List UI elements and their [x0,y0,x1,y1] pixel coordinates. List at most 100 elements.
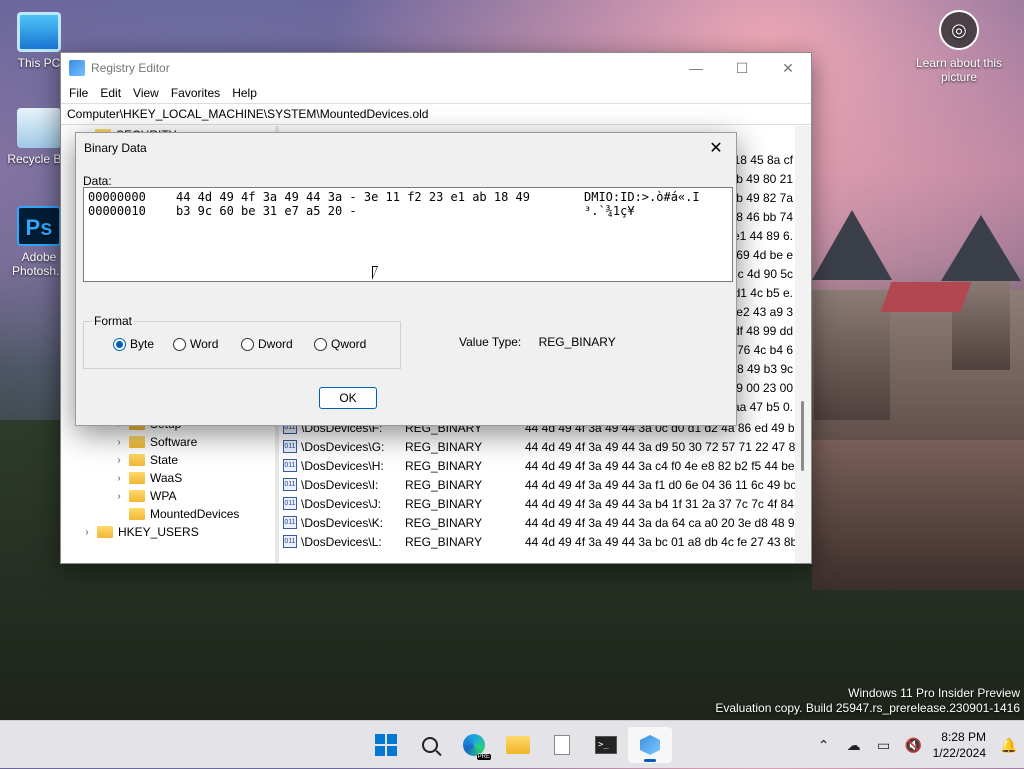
file-explorer-button[interactable] [496,727,540,763]
title-bar[interactable]: Registry Editor — ☐ ✕ [61,53,811,83]
value-data: 44 4d 49 4f 3a 49 44 3a b4 1f 31 2a 37 7… [525,496,795,511]
window-title: Registry Editor [91,61,170,75]
terminal-button[interactable]: >_ [584,727,628,763]
folder-icon [129,508,145,520]
taskbar-apps: PRE >_ [364,727,672,763]
radio-selected-icon [113,337,126,351]
binary-value-icon: 011 [283,535,297,548]
binary-data-dialog: Binary Data ✕ Data: 00000000 44 4d 49 4f… [75,132,737,426]
notepad-icon [554,735,570,755]
value-row-i[interactable]: 011 \DosDevices\I: REG_BINARY 44 4d 49 4… [283,475,795,494]
clock[interactable]: 8:28 PM 1/22/2024 [929,729,994,761]
photoshop-icon: Ps [17,206,61,246]
tree-item-software[interactable]: › Software [113,433,197,451]
value-data-fragment: e1 44 89 6. [732,229,793,243]
binary-value-icon: 011 [283,516,297,529]
start-button[interactable] [364,727,408,763]
menu-file[interactable]: File [63,86,94,100]
ok-button[interactable]: OK [319,387,377,409]
format-qword-radio[interactable]: Qword [314,337,366,351]
notepad-button[interactable] [540,727,584,763]
tree-item-label: WPA [150,489,177,503]
close-button[interactable]: ✕ [765,53,811,83]
edge-button[interactable]: PRE [452,727,496,763]
tree-item-hkey-users[interactable]: › HKEY_USERS [81,523,198,541]
hex-ascii: DMIO:ID:>.ò#á«.I [584,190,700,204]
castle-red-roof [880,282,972,312]
chevron-right-icon[interactable]: › [113,491,125,502]
menu-favorites[interactable]: Favorites [165,86,226,100]
tree-item-label: State [150,453,179,467]
value-data: 44 4d 49 4f 3a 49 44 3a da 64 ca a0 20 3… [525,515,795,530]
desktop-icon-label: This PC [17,56,61,70]
clock-date: 1/22/2024 [932,746,986,760]
learn-about-label: Learn about this picture [915,56,1003,84]
dialog-title-bar[interactable]: Binary Data ✕ [76,133,736,163]
volume-muted-icon[interactable]: 🔇 [899,737,929,754]
menu-help[interactable]: Help [226,86,263,100]
castle-lower-wall [812,440,1024,590]
watermark-line-2: Evaluation copy. Build 25947.rs_prerelea… [715,701,1020,715]
value-data-fragment: e2 43 a9 3 [736,305,793,319]
dialog-close-button[interactable]: ✕ [696,138,736,158]
binary-value-icon: 011 [283,459,297,472]
binary-value-icon: 011 [283,478,297,491]
format-dword-radio[interactable]: Dword [241,337,293,351]
value-row-h[interactable]: 011 \DosDevices\H: REG_BINARY 44 4d 49 4… [283,456,795,475]
minimize-button[interactable]: — [673,53,719,83]
hex-line: 00000010 b3 9c 60 be 31 e7 a5 20 - ³.`¾1… [88,204,728,218]
tree-item-waas[interactable]: › WaaS [113,469,182,487]
value-type: REG_BINARY [405,458,483,473]
tree-item-wpa[interactable]: › WPA [113,487,176,505]
camera-icon: ◎ [939,10,979,50]
vertical-scrollbar[interactable] [795,126,811,563]
value-data: 44 4d 49 4f 3a 49 44 3a c4 f0 4e e8 82 b… [525,458,795,473]
value-data-fragment: 88 46 bb 74 [729,210,793,224]
monitor-icon [17,12,61,52]
chevron-right-icon[interactable]: › [81,527,93,538]
value-name: \DosDevices\H: [301,458,384,473]
radio-label: Dword [258,337,293,351]
learn-about-picture[interactable]: ◎ Learn about this picture [904,10,1014,84]
value-data-fragment: 18 45 8a cf [733,153,793,167]
value-type-display: Value Type: REG_BINARY [459,335,616,349]
radio-icon [173,337,186,351]
value-data-fragment: df 48 99 dd [732,324,793,338]
network-icon[interactable]: ▭ [869,737,899,754]
radio-label: Qword [331,337,367,351]
value-type: REG_BINARY [405,477,483,492]
value-data-fragment: 76 4c b4 6 [736,343,793,357]
address-bar[interactable]: Computer\HKEY_LOCAL_MACHINE\SYSTEM\Mount… [61,103,811,125]
value-data-fragment: aa 47 b5 0. [732,400,793,414]
menu-edit[interactable]: Edit [94,86,127,100]
value-data-fragment: 49 00 23 00 [729,381,793,395]
scrollbar-thumb[interactable] [801,401,804,471]
chevron-right-icon[interactable]: › [113,473,125,484]
data-label: Data: [83,174,112,188]
search-button[interactable] [408,727,452,763]
value-row-k[interactable]: 011 \DosDevices\K: REG_BINARY 44 4d 49 4… [283,513,795,532]
tree-item-label: WaaS [150,471,183,485]
chevron-right-icon[interactable]: › [113,455,125,466]
maximize-button[interactable]: ☐ [719,53,765,83]
format-byte-radio[interactable]: Byte [113,337,154,351]
chevron-up-icon[interactable]: ⌃ [809,737,839,754]
hex-editor[interactable]: 00000000 44 4d 49 4f 3a 49 44 3a - 3e 11… [83,187,733,282]
castle-tower-left [814,290,890,420]
tree-item-state[interactable]: › State [113,451,178,469]
value-row-l[interactable]: 011 \DosDevices\L: REG_BINARY 44 4d 49 4… [283,532,795,551]
castle-roof-left [812,210,892,280]
value-row-g[interactable]: 011 \DosDevices\G: REG_BINARY 44 4d 49 4… [283,437,795,456]
chevron-right-icon[interactable]: › [113,437,125,448]
registry-editor-taskbar-button[interactable] [628,727,672,763]
folder-icon [129,472,145,484]
format-word-radio[interactable]: Word [173,337,218,351]
tree-item-mounteddevices[interactable]: MountedDevices [125,505,239,523]
radio-icon [314,337,327,351]
onedrive-offline-icon[interactable]: ☁ [839,737,869,754]
value-name: \DosDevices\L: [301,534,382,549]
menu-view[interactable]: View [127,86,165,100]
castle-roof-right [941,215,1021,281]
value-row-j[interactable]: 011 \DosDevices\J: REG_BINARY 44 4d 49 4… [283,494,795,513]
notification-bell-icon[interactable]: 🔔 [994,737,1024,754]
